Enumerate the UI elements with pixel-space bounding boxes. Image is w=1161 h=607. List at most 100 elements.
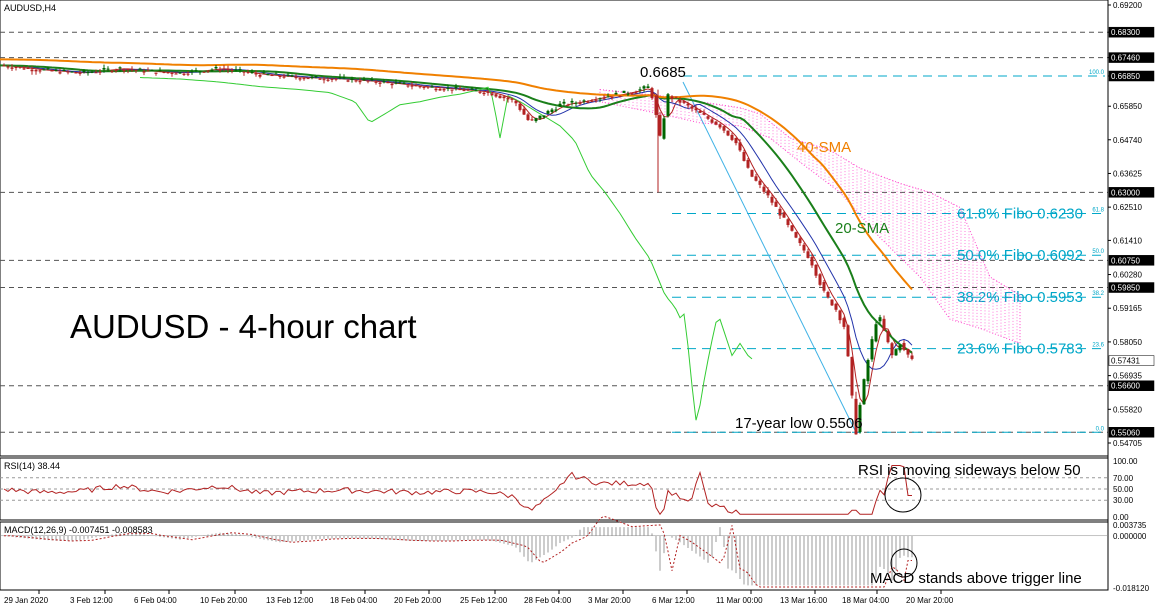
candle-body (82, 70, 86, 72)
candle-body (838, 310, 842, 321)
candle-body (90, 71, 94, 73)
candle-body (542, 115, 546, 118)
time-tick-label: 11 Mar 00:00 (716, 596, 763, 605)
candle-body (114, 70, 118, 72)
candle-body (158, 70, 162, 72)
candle-body (662, 118, 666, 139)
candle-body (802, 244, 806, 251)
candle-body (70, 71, 74, 73)
candle-body (518, 103, 522, 110)
candle-body (434, 88, 438, 91)
candle-body (614, 92, 618, 95)
candle-body (886, 330, 890, 343)
candle-body (330, 78, 334, 80)
candle-body (790, 225, 794, 231)
candle-body (98, 71, 102, 73)
candle-body (706, 116, 710, 119)
candle-body (362, 79, 366, 81)
main-panel-frame (0, 0, 1109, 457)
macd-tick-label: 0.000000 (1113, 532, 1147, 541)
candle-body (674, 96, 678, 98)
time-tick-label: 18 Feb 04:00 (330, 596, 378, 605)
candle-body (902, 342, 906, 349)
candle-body (78, 72, 82, 74)
candle-body (726, 130, 730, 136)
fib-tag: 23.6 (1092, 343, 1104, 349)
candle-body (14, 67, 18, 69)
candle-body (622, 90, 626, 93)
candle-body (246, 71, 250, 73)
candle-body (410, 85, 414, 87)
candle-body (314, 76, 318, 78)
time-tick-label: 25 Feb 12:00 (460, 596, 508, 605)
time-axis: 29 Jan 2020 3 Feb 12:00 6 Feb 04:00 10 Feb … (4, 590, 954, 605)
symbol-label: AUDUSD,H4 (4, 3, 56, 13)
rsi-label: RSI(14) 38.44 (4, 461, 60, 471)
candle-body (230, 69, 234, 71)
fib-tag: 50.0 (1092, 249, 1104, 255)
candle-body (606, 96, 610, 98)
candle-body (10, 67, 14, 69)
rsi-note: RSI is moving sideways below 50 (858, 462, 1081, 479)
low-annotation: 17-year low 0.5506 (735, 415, 863, 432)
candle-body (130, 69, 134, 71)
candle-body (866, 359, 870, 382)
candle-body (42, 69, 46, 71)
candle-body (390, 83, 394, 86)
time-tick-label: 6 Feb 04:00 (134, 596, 177, 605)
fib-label: 61.8% Fibo 0.6230 (957, 205, 1083, 222)
candle-body (406, 85, 410, 87)
candle-body (782, 212, 786, 218)
candle-body (778, 208, 782, 216)
candle-body (58, 72, 62, 74)
candle-body (466, 89, 470, 91)
candle-body (110, 70, 114, 72)
macd-label: MACD(12,26,9) -0.007451 -0.008583 (4, 525, 153, 535)
candle-body (198, 71, 202, 73)
candle-body (262, 72, 266, 74)
candle-body (718, 124, 722, 128)
candle-body (326, 79, 330, 81)
candle-body (402, 82, 406, 84)
price-tick-label: 0.55820 (1113, 405, 1142, 414)
candle-body (638, 89, 642, 91)
candle-body (502, 96, 506, 99)
candle-body (162, 71, 166, 73)
candle-body (166, 72, 170, 74)
candle-body (122, 69, 126, 72)
price-tick-label: 0.58050 (1113, 338, 1142, 347)
candle-body (870, 339, 874, 360)
candle-body (618, 95, 622, 97)
candle-body (286, 74, 290, 76)
sma20-annotation: 20-SMA (835, 220, 889, 237)
candle-body (250, 72, 254, 74)
time-tick-label: 20 Feb 20:00 (394, 596, 442, 605)
candle-body (94, 72, 98, 74)
time-tick-label: 20 Mar 20:00 (906, 596, 954, 605)
fib-tag: 100.0 (1089, 70, 1105, 76)
candle-body (646, 86, 650, 88)
macd-note: MACD stands above trigger line (870, 570, 1082, 587)
candle-body (494, 94, 498, 97)
candle-body (46, 68, 50, 70)
candle-body (354, 80, 358, 82)
candle-body (438, 88, 442, 91)
candle-body (762, 186, 766, 192)
price-tick-label: 0.61410 (1113, 236, 1142, 245)
candle-body (534, 118, 538, 122)
time-tick-label: 3 Mar 20:00 (588, 596, 631, 605)
candle-body (282, 76, 286, 78)
candle-body (734, 137, 738, 144)
sma40-annotation: 40-SMA (797, 139, 851, 156)
candle-body (794, 232, 798, 238)
candle-body (554, 109, 558, 111)
candle-body (454, 86, 458, 88)
candle-body (302, 78, 306, 80)
candle-body (358, 81, 362, 83)
macd-tick-label: -0.018120 (1113, 584, 1150, 593)
candle-body (186, 73, 190, 75)
candle-body (34, 69, 38, 72)
time-tick-label: 13 Feb 12:00 (266, 596, 314, 605)
price-tick-label: 0.65850 (1113, 102, 1142, 111)
candle-body (810, 256, 814, 266)
